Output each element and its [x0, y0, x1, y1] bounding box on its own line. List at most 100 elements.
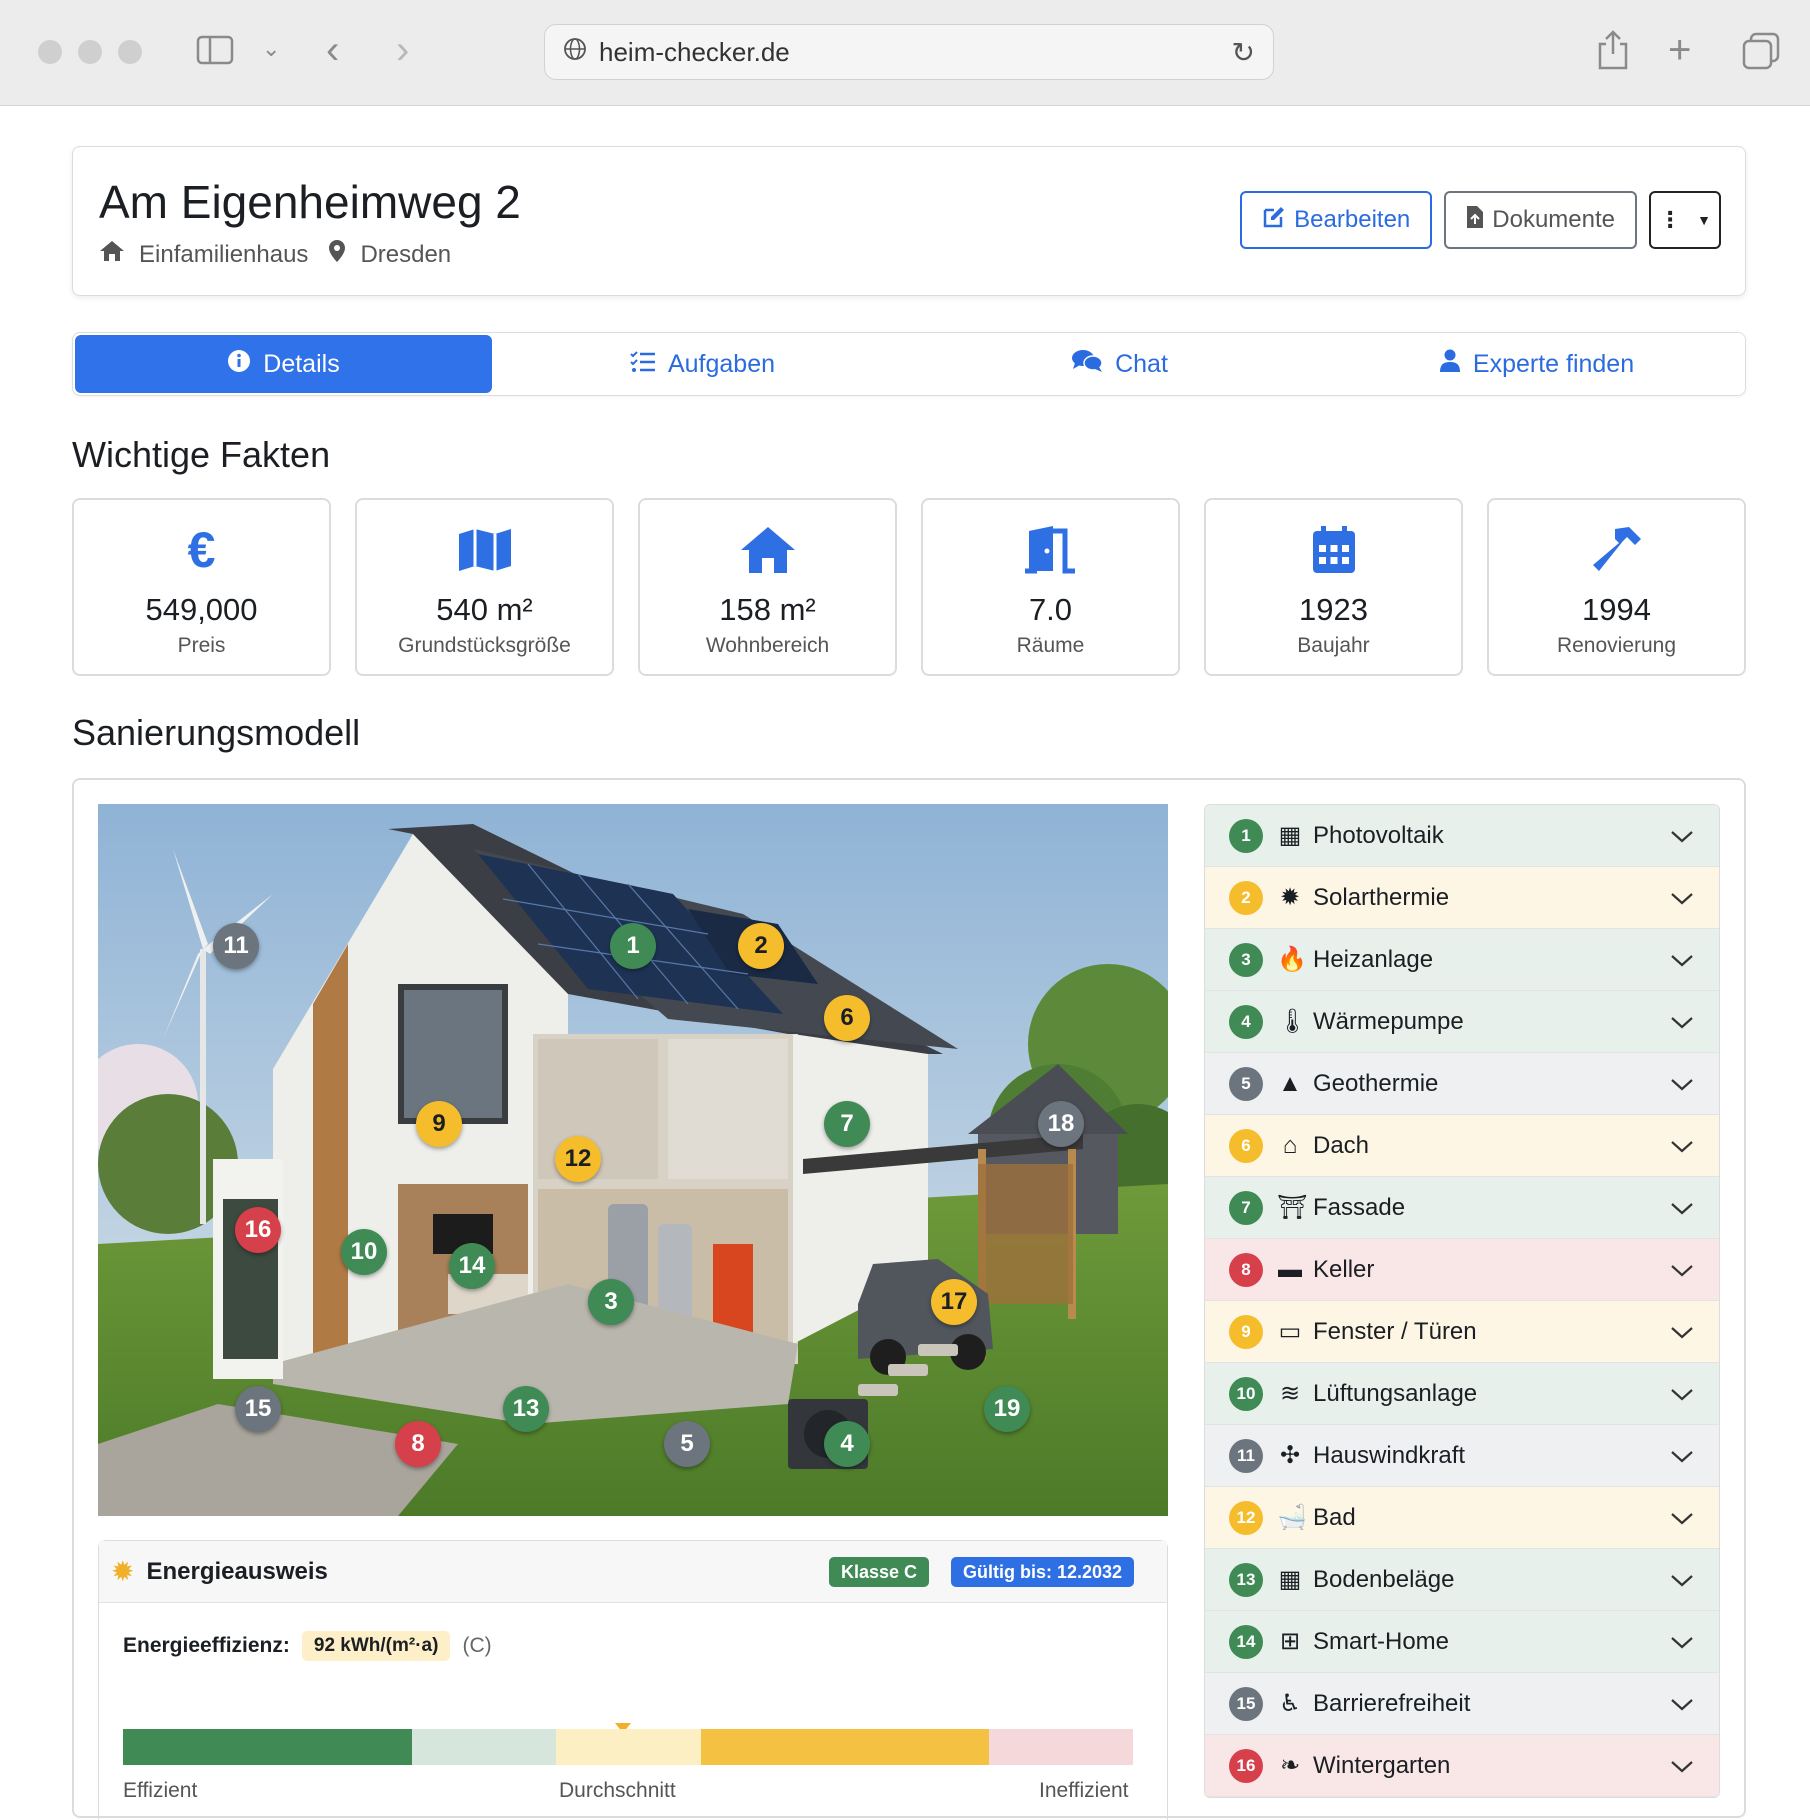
map-pin-icon	[328, 239, 346, 270]
marker-18[interactable]: 18	[1038, 1101, 1084, 1147]
sun-icon: ✹	[111, 1556, 135, 1587]
fact-value: 158 m²	[719, 592, 816, 627]
marker-12[interactable]: 12	[555, 1136, 601, 1182]
fact-card-build-year: 1923 Baujahr	[1204, 498, 1463, 676]
marker-6[interactable]: 6	[824, 995, 870, 1041]
euro-icon: €	[187, 522, 216, 578]
scale-segment-good	[412, 1729, 556, 1765]
accordion-item-bad[interactable]: 12 🛁 Bad	[1205, 1487, 1719, 1549]
sidebar-toggle-icon[interactable]	[196, 34, 234, 72]
thermometer-icon: 🌡	[1277, 1008, 1308, 1035]
chevron-down-icon[interactable]	[1669, 1443, 1695, 1469]
tab-details-label: Details	[263, 349, 340, 378]
marker-4[interactable]: 4	[824, 1421, 870, 1467]
chevron-down-icon[interactable]	[1669, 947, 1695, 973]
accordion-item-lüftungsanlage[interactable]: 10 ≋ Lüftungsanlage	[1205, 1363, 1719, 1425]
marker-1[interactable]: 1	[610, 923, 656, 969]
reload-icon[interactable]: ↻	[1232, 36, 1255, 69]
accordion-item-wärmepumpe[interactable]: 4 🌡 Wärmepumpe	[1205, 991, 1719, 1053]
chevron-down-icon[interactable]	[1669, 1257, 1695, 1283]
marker-9[interactable]: 9	[416, 1101, 462, 1147]
marker-13[interactable]: 13	[503, 1386, 549, 1432]
chevron-down-icon[interactable]	[1669, 1319, 1695, 1345]
accordion-item-label: Lüftungsanlage	[1313, 1379, 1478, 1407]
new-tab-icon[interactable]: +	[1668, 30, 1691, 70]
chevron-down-icon[interactable]	[1669, 1009, 1695, 1035]
chat-icon	[1071, 349, 1103, 380]
item-number-badge: 15	[1229, 1686, 1263, 1721]
fact-label: Räume	[1016, 634, 1085, 657]
accordion-item-keller[interactable]: 8 ▬ Keller	[1205, 1239, 1719, 1301]
url-text[interactable]: heim-checker.de	[599, 37, 1232, 68]
marker-3[interactable]: 3	[588, 1279, 634, 1325]
accordion-item-fassade[interactable]: 7 ⛩ Fassade	[1205, 1177, 1719, 1239]
renovation-accordion: 1 ▦ Photovoltaik 2 ✹ Solarthermie 3 🔥 Heizanlage…	[1204, 804, 1720, 1798]
fact-label: Wohnbereich	[705, 634, 830, 657]
accordion-item-solarthermie[interactable]: 2 ✹ Solarthermie	[1205, 867, 1719, 929]
scale-label-right: Ineffizient	[1039, 1779, 1129, 1802]
documents-button[interactable]: Dokumente	[1444, 191, 1637, 249]
window-controls[interactable]	[38, 40, 142, 64]
accordion-item-photovoltaik[interactable]: 1 ▦ Photovoltaik	[1205, 805, 1719, 867]
marker-2[interactable]: 2	[738, 923, 784, 969]
tab-tasks[interactable]: Aufgaben	[494, 333, 911, 395]
forward-arrow-icon[interactable]: ›	[396, 30, 409, 70]
accordion-item-bodenbeläge[interactable]: 13 ▦ Bodenbeläge	[1205, 1549, 1719, 1611]
chevron-down-icon[interactable]	[1669, 885, 1695, 911]
accordion-item-heizanlage[interactable]: 3 🔥 Heizanlage	[1205, 929, 1719, 991]
chevron-down-icon[interactable]: ⌄	[262, 38, 280, 60]
scale-segment-poor	[701, 1729, 989, 1765]
fact-label: Renovierung	[1556, 634, 1677, 657]
marker-10[interactable]: 10	[341, 1229, 387, 1275]
minimize-window-button[interactable]	[78, 40, 102, 64]
accordion-item-barrierefreiheit[interactable]: 15 ♿ Barrierefreiheit	[1205, 1673, 1719, 1735]
accordion-item-smart-home[interactable]: 14 ⊞ Smart-Home	[1205, 1611, 1719, 1673]
close-window-button[interactable]	[38, 40, 62, 64]
edit-button[interactable]: Bearbeiten	[1240, 191, 1433, 249]
chevron-down-icon[interactable]	[1669, 1071, 1695, 1097]
chevron-down-icon[interactable]	[1669, 1195, 1695, 1221]
edit-icon	[1262, 205, 1286, 236]
accordion-item-label: Wärmepumpe	[1313, 1007, 1464, 1035]
chevron-down-icon[interactable]	[1669, 1753, 1695, 1779]
mountain-icon: ▲	[1278, 1069, 1302, 1097]
chevron-down-icon[interactable]	[1669, 1381, 1695, 1407]
accordion-item-label: Heizanlage	[1313, 945, 1434, 973]
chevron-down-icon[interactable]	[1669, 1133, 1695, 1159]
facts-heading: Wichtige Fakten	[72, 434, 331, 475]
accordion-item-hauswindkraft[interactable]: 11 ✣ Hauswindkraft	[1205, 1425, 1719, 1487]
tabs-overview-icon[interactable]	[1742, 32, 1780, 76]
item-number-badge: 9	[1229, 1314, 1263, 1349]
tab-details[interactable]: Details	[75, 335, 492, 393]
marker-11[interactable]: 11	[213, 923, 259, 969]
efficiency-scale	[123, 1729, 1133, 1765]
wheelchair-icon: ♿	[1279, 1690, 1301, 1717]
share-icon[interactable]	[1596, 30, 1630, 76]
back-arrow-icon[interactable]: ‹	[326, 30, 339, 70]
marker-16[interactable]: 16	[235, 1207, 281, 1253]
marker-15[interactable]: 15	[235, 1386, 281, 1432]
maximize-window-button[interactable]	[118, 40, 142, 64]
tab-chat[interactable]: Chat	[911, 333, 1328, 395]
efficiency-label: Energieeffizienz:	[123, 1634, 290, 1657]
marker-17[interactable]: 17	[931, 1279, 977, 1325]
accordion-item-fenster-türen[interactable]: 9 ▭ Fenster / Türen	[1205, 1301, 1719, 1363]
chevron-down-icon[interactable]	[1669, 1505, 1695, 1531]
more-options-dropdown[interactable]: ⋮ ▼	[1649, 191, 1721, 249]
tab-find-expert[interactable]: Experte finden	[1328, 333, 1745, 395]
accordion-item-geothermie[interactable]: 5 ▲ Geothermie	[1205, 1053, 1719, 1115]
chevron-down-icon[interactable]	[1669, 823, 1695, 849]
marker-7[interactable]: 7	[824, 1101, 870, 1147]
fact-card-living-area: 158 m² Wohnbereich	[638, 498, 897, 676]
fact-value: 1994	[1582, 592, 1651, 627]
chevron-down-icon[interactable]	[1669, 1691, 1695, 1717]
accordion-item-dach[interactable]: 6 ⌂ Dach	[1205, 1115, 1719, 1177]
chevron-down-icon[interactable]	[1669, 1567, 1695, 1593]
marker-8[interactable]: 8	[395, 1421, 441, 1467]
address-bar[interactable]: heim-checker.de ↻	[544, 24, 1274, 80]
marker-19[interactable]: 19	[984, 1386, 1030, 1432]
accordion-item-wintergarten[interactable]: 16 ❧ Wintergarten	[1205, 1735, 1719, 1797]
marker-14[interactable]: 14	[449, 1243, 495, 1289]
chevron-down-icon[interactable]	[1669, 1629, 1695, 1655]
marker-5[interactable]: 5	[664, 1421, 710, 1467]
